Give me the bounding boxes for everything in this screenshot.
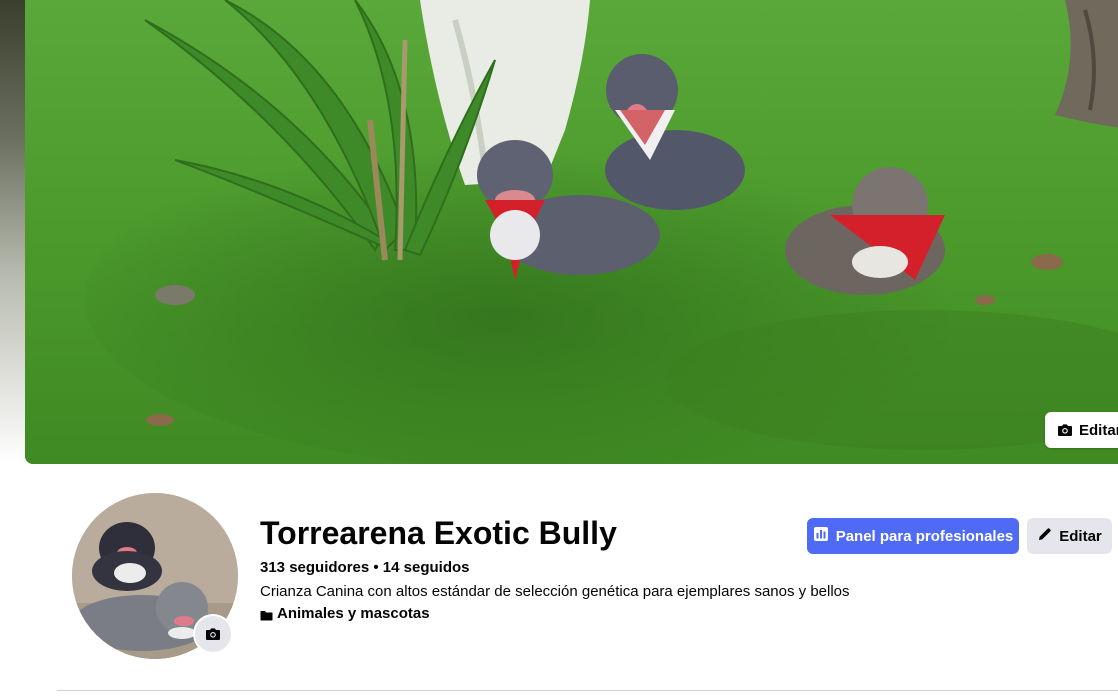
edit-cover-button[interactable]: Editar (1045, 412, 1118, 448)
followers-count[interactable]: 313 seguidores • 14 seguidos (260, 559, 470, 576)
section-divider (57, 690, 1118, 691)
edit-page-label: Editar (1059, 527, 1102, 545)
edit-page-button[interactable]: Editar (1027, 518, 1112, 554)
professional-dashboard-button[interactable]: Panel para profesionales (807, 518, 1019, 554)
side-background (0, 0, 25, 464)
category-label: Animales y mascotas (277, 605, 430, 622)
professional-dashboard-label: Panel para profesionales (835, 527, 1014, 545)
page-title: Torrearena Exotic Bully (260, 515, 617, 551)
pencil-icon (1037, 526, 1053, 546)
page-bio: Crianza Canina con altos estándar de sel… (260, 583, 850, 600)
camera-icon (205, 626, 221, 642)
edit-cover-label: Editar (1079, 421, 1118, 439)
cover-photo-image (25, 0, 1118, 464)
profile-page: Editar Torrearena Exotic Bully 313 segui… (0, 0, 1118, 699)
dashboard-icon (813, 526, 829, 546)
category-icon (260, 608, 273, 621)
cover-photo[interactable] (25, 0, 1118, 464)
update-profile-picture-button[interactable] (195, 616, 231, 652)
page-category[interactable]: Animales y mascotas (260, 605, 430, 622)
camera-icon (1057, 422, 1073, 438)
